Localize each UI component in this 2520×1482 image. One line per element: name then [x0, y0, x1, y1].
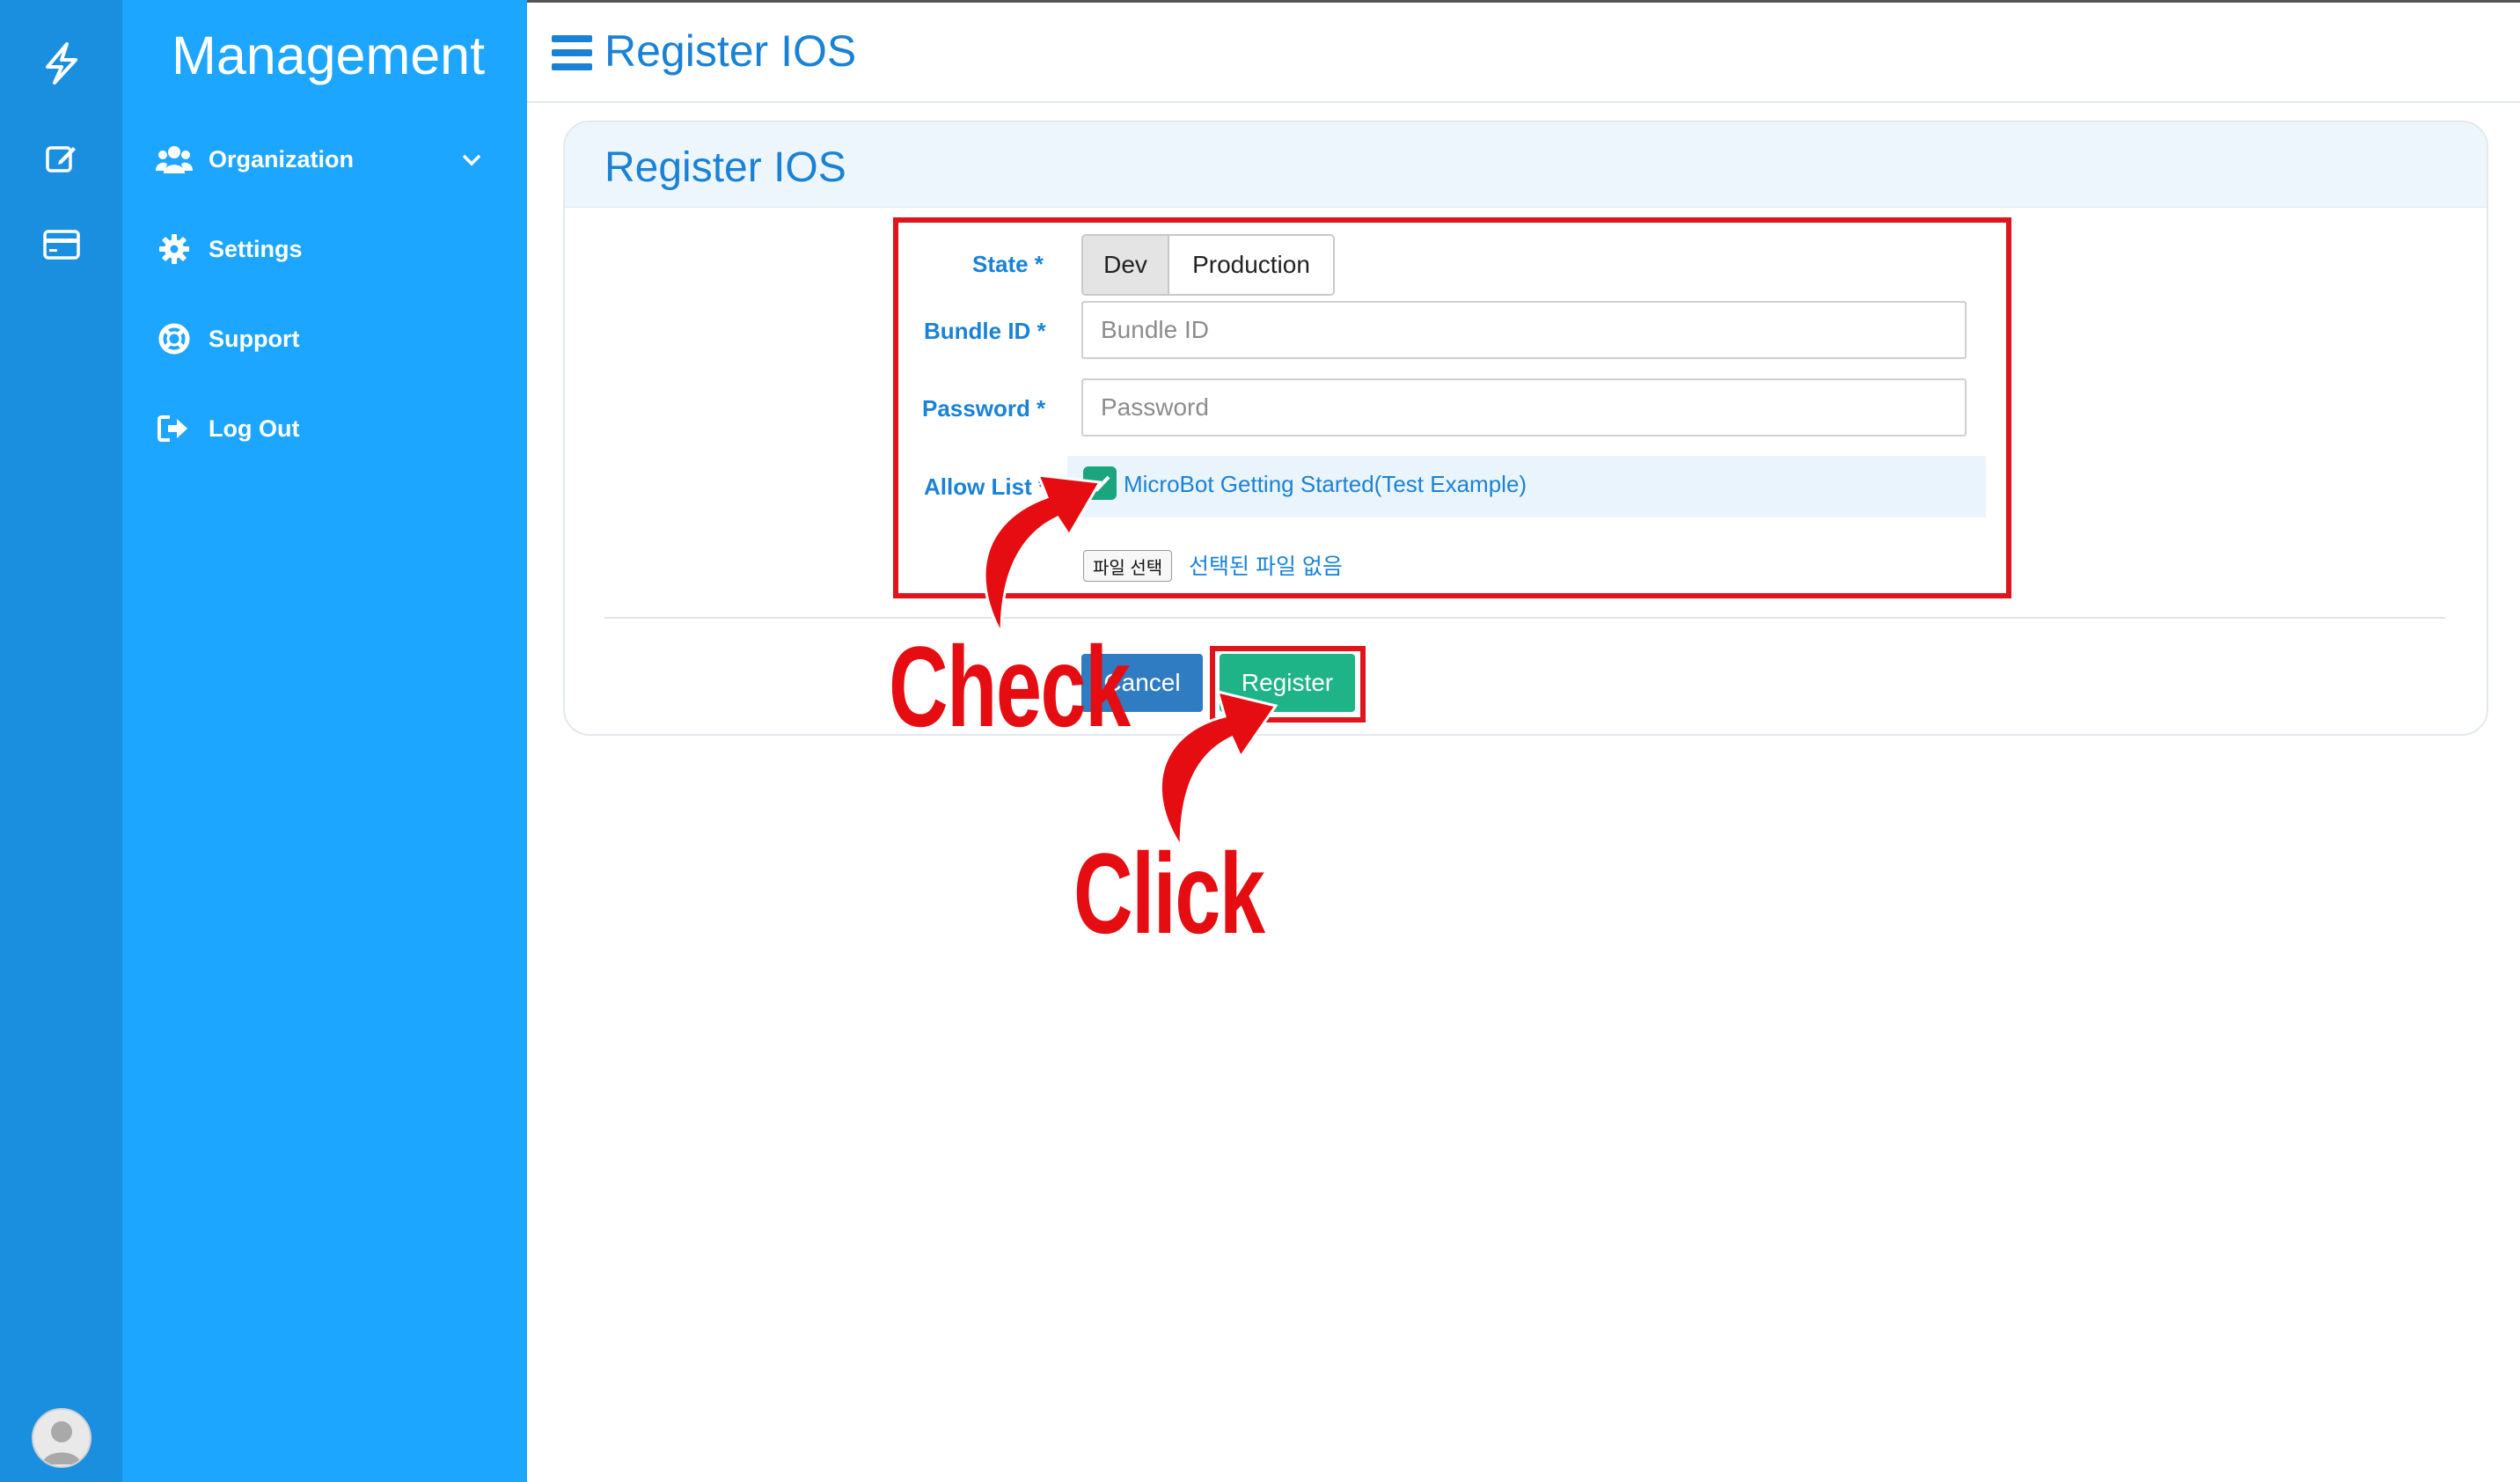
- sidebar-item-label: Settings: [209, 235, 303, 262]
- card-title: Register IOS: [604, 144, 846, 191]
- brand-title: Management: [172, 26, 486, 85]
- sidebar-item-label: Log Out: [209, 415, 300, 442]
- lightning-icon[interactable]: [35, 37, 88, 90]
- form-divider: [604, 617, 2445, 619]
- page-header: Register IOS: [527, 3, 2520, 103]
- card-icon[interactable]: [35, 218, 88, 271]
- menu-icon[interactable]: [552, 35, 592, 70]
- page-title: Register IOS: [604, 26, 857, 76]
- annotation-click: Click: [1073, 829, 1265, 957]
- gear-icon: [156, 231, 193, 268]
- sidebar: Management Organization Settings Support…: [122, 0, 527, 1482]
- annotation-check: Check: [889, 622, 1131, 751]
- edit-icon[interactable]: [35, 132, 88, 185]
- sidebar-item-organization[interactable]: Organization: [156, 133, 354, 186]
- chevron-down-icon[interactable]: [458, 147, 485, 173]
- logout-icon: [156, 410, 193, 447]
- sidebar-item-logout[interactable]: Log Out: [156, 402, 299, 455]
- card-header: Register IOS: [565, 122, 2487, 208]
- sidebar-item-settings[interactable]: Settings: [156, 223, 303, 275]
- sidebar-item-label: Organization: [209, 145, 355, 172]
- check-arrow-icon: [983, 473, 1102, 635]
- sidebar-item-support[interactable]: Support: [156, 312, 299, 365]
- avatar[interactable]: [32, 1408, 92, 1468]
- users-icon: [156, 141, 193, 178]
- icon-rail: [0, 0, 122, 1482]
- lifebuoy-icon: [156, 320, 193, 357]
- sidebar-item-label: Support: [209, 325, 300, 352]
